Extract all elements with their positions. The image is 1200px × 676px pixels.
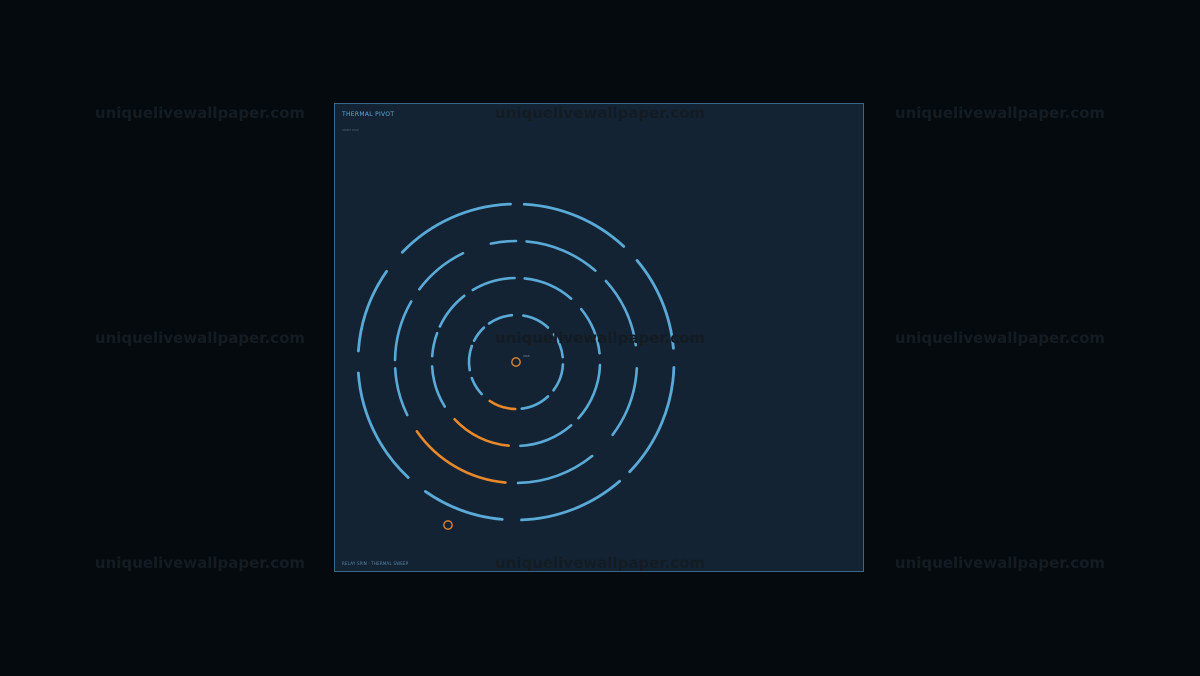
ring-4-segment	[635, 259, 675, 350]
ring-1-segment	[522, 314, 550, 329]
ring-1-segment	[472, 326, 486, 342]
orbit-rings-graphic: ORB	[356, 202, 676, 530]
ring-2-segment	[430, 331, 439, 358]
ring-2-highlight-segment	[453, 417, 510, 447]
ring-1-segment	[552, 333, 565, 359]
watermark-text: uniquelivewallpaper.com	[894, 554, 1106, 572]
watermark-text: uniquelivewallpaper.com	[894, 104, 1106, 122]
ring-3-segment	[418, 251, 465, 291]
ring-4-segment	[520, 479, 622, 522]
panel-footer: RELAY SPIN · THERMAL SWEEP	[342, 561, 409, 566]
ring-2-segment	[438, 294, 466, 328]
ring-3-segment	[393, 300, 413, 362]
ring-1-segment	[467, 344, 474, 372]
ring-4-segment	[400, 202, 512, 254]
ring-2-segment	[577, 363, 602, 420]
ring-2-segment	[523, 277, 573, 300]
ring-2-segment	[430, 365, 447, 408]
ring-4-segment	[423, 490, 504, 521]
watermark-text: uniquelivewallpaper.com	[94, 554, 306, 572]
ring-4-segment	[522, 202, 626, 248]
ring-3-segment	[489, 239, 518, 245]
app-stage: THERMAL PIVOT ORBIT MAP ORB RELAY SPIN ·…	[0, 0, 1200, 676]
ring-1-segment	[470, 376, 483, 396]
thermal-pivot-panel: THERMAL PIVOT ORBIT MAP ORB RELAY SPIN ·…	[334, 103, 864, 572]
ring-1-highlight-segment	[488, 399, 517, 411]
marker-group	[443, 357, 521, 530]
watermark-text: uniquelivewallpaper.com	[94, 104, 306, 122]
ring-3-segment	[611, 367, 639, 437]
watermark-text: uniquelivewallpaper.com	[94, 329, 306, 347]
watermark-text: uniquelivewallpaper.com	[894, 329, 1106, 347]
ring-3-segment	[516, 454, 594, 485]
ring-1-segment	[520, 395, 550, 410]
ring-2-segment	[471, 276, 516, 292]
ring-2-segment	[519, 424, 573, 448]
ring-3-highlight-segment	[415, 430, 507, 484]
offset-marker	[443, 520, 453, 530]
ring-3-segment	[604, 279, 638, 347]
ring-4-segment	[356, 269, 388, 353]
ring-1-segment	[487, 313, 514, 325]
center-marker	[511, 357, 521, 367]
ring-4-segment	[356, 371, 410, 479]
center-label: ORB	[523, 354, 530, 358]
ring-3-segment	[525, 240, 597, 272]
ring-2-segment	[579, 307, 601, 355]
ring-1-segment	[552, 363, 565, 392]
ring-3-segment	[393, 367, 409, 417]
ring-group	[356, 202, 676, 522]
